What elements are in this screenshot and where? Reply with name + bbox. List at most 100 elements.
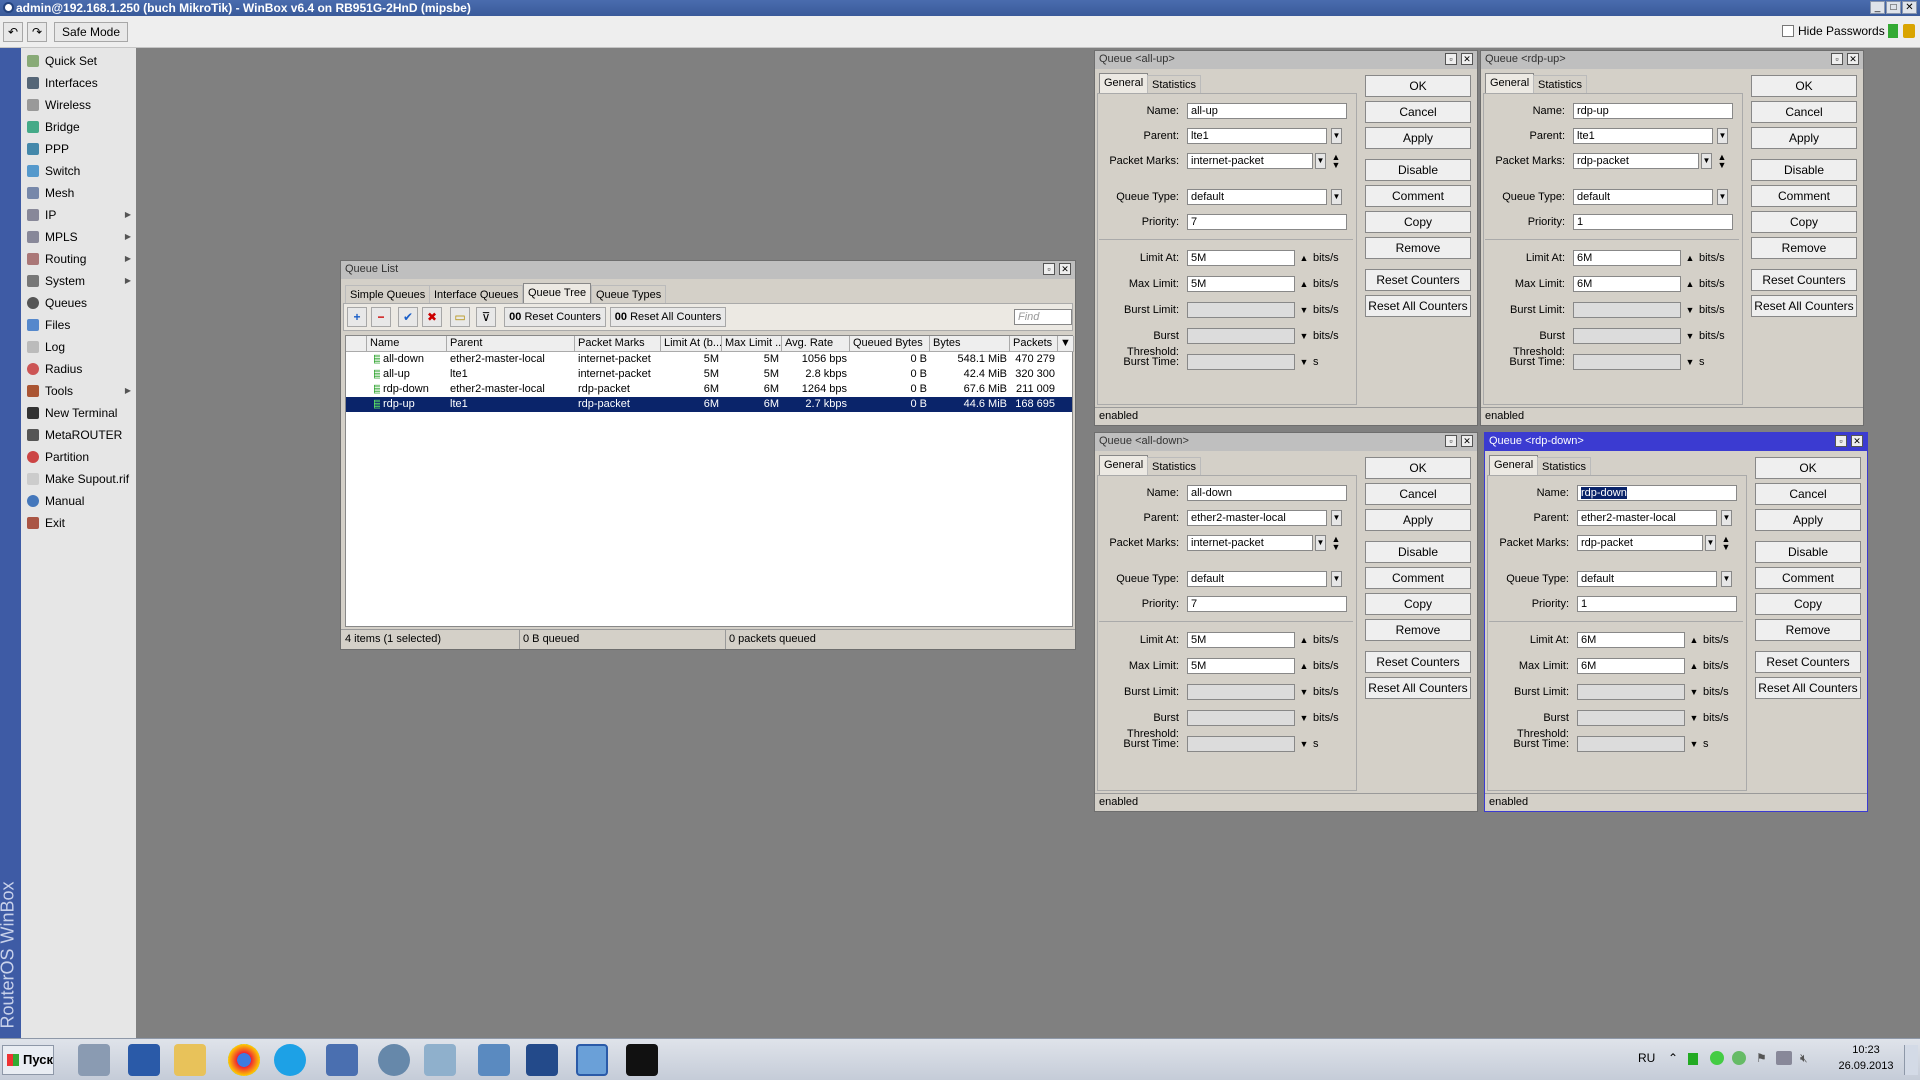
restore-icon[interactable]: ▫ xyxy=(1043,263,1055,275)
dropdown-icon[interactable]: ▼ xyxy=(1705,535,1716,551)
ok-button[interactable]: OK xyxy=(1365,457,1471,479)
comment-button[interactable]: Comment xyxy=(1751,185,1857,207)
spinner-down-icon[interactable]: ▼ xyxy=(1689,714,1699,723)
undo-icon[interactable]: ↶ xyxy=(3,22,23,42)
disable-button[interactable]: Disable xyxy=(1365,541,1471,563)
ok-button[interactable]: OK xyxy=(1751,75,1857,97)
reset-all-counters-button[interactable]: Reset All Counters xyxy=(1365,677,1471,699)
tray-icon-1[interactable] xyxy=(1688,1053,1698,1065)
sidebar-item-radius[interactable]: Radius xyxy=(25,358,135,380)
max-limit-field[interactable]: 5M xyxy=(1187,658,1295,674)
parent-select[interactable]: lte1 xyxy=(1573,128,1713,144)
sidebar-item-files[interactable]: Files xyxy=(25,314,135,336)
parent-select[interactable]: ether2-master-local xyxy=(1187,510,1327,526)
parent-select[interactable]: ether2-master-local xyxy=(1577,510,1717,526)
burst-time-field[interactable] xyxy=(1577,736,1685,752)
remove-button[interactable]: Remove xyxy=(1365,619,1471,641)
queue-type-select[interactable]: default xyxy=(1187,571,1327,587)
queue-type-select[interactable]: default xyxy=(1573,189,1713,205)
tab-general[interactable]: General xyxy=(1489,455,1539,475)
tab-statistics[interactable]: Statistics xyxy=(1533,75,1588,93)
remove-icon[interactable]: − xyxy=(371,307,391,327)
table-row[interactable]: ▤ rdp-down ether2-master-local rdp-packe… xyxy=(346,382,1072,397)
table-row-selected[interactable]: ▤ rdp-up lte1 rdp-packet 6M 6M 2.7 kbps … xyxy=(346,397,1072,412)
dropdown-icon[interactable]: ▼ xyxy=(1315,153,1326,169)
reset-all-counters-button[interactable]: Reset All Counters xyxy=(1365,295,1471,317)
tab-interface-queues[interactable]: Interface Queues xyxy=(429,285,524,303)
queue-type-select[interactable]: default xyxy=(1187,189,1327,205)
column-chooser-icon[interactable]: ▼ xyxy=(1058,336,1074,352)
sidebar-item-switch[interactable]: Switch xyxy=(25,160,135,182)
disable-icon[interactable]: ✖ xyxy=(422,307,442,327)
safe-mode-button[interactable]: Safe Mode xyxy=(54,22,128,42)
apply-button[interactable]: Apply xyxy=(1365,127,1471,149)
notes-app-icon[interactable] xyxy=(424,1044,456,1076)
redo-icon[interactable]: ↷ xyxy=(27,22,47,42)
sidebar-item-manual[interactable]: Manual xyxy=(25,490,135,512)
sidebar-item-bridge[interactable]: Bridge xyxy=(25,116,135,138)
sidebar-item-wireless[interactable]: Wireless xyxy=(25,94,135,116)
spinner-down-icon[interactable]: ▼ xyxy=(1689,740,1699,749)
terminal-app-icon[interactable] xyxy=(626,1044,658,1076)
sidebar-item-ppp[interactable]: PPP xyxy=(25,138,135,160)
column-header-packet-marks[interactable]: Packet Marks xyxy=(575,336,661,352)
sidebar-item-log[interactable]: Log xyxy=(25,336,135,358)
close-icon[interactable]: ✕ xyxy=(1461,435,1473,447)
spinner-up-icon[interactable]: ▲ xyxy=(1299,254,1309,263)
updown-icon[interactable]: ▲ ▼ xyxy=(1717,153,1727,170)
disable-button[interactable]: Disable xyxy=(1755,541,1861,563)
packet-marks-select[interactable]: internet-packet xyxy=(1187,153,1313,169)
dropdown-icon[interactable]: ▼ xyxy=(1701,153,1712,169)
burst-limit-field[interactable] xyxy=(1187,684,1295,700)
tab-general[interactable]: General xyxy=(1099,455,1149,475)
dropdown-icon[interactable]: ▼ xyxy=(1315,535,1326,551)
language-indicator[interactable]: RU xyxy=(1638,1051,1655,1065)
reset-all-counters-button[interactable]: Reset All Counters xyxy=(1755,677,1861,699)
spinner-up-icon[interactable]: ▲ xyxy=(1299,280,1309,289)
tab-queue-types[interactable]: Queue Types xyxy=(591,285,667,303)
thunderbird-app-icon[interactable] xyxy=(378,1044,410,1076)
sidebar-item-routing[interactable]: Routing ▶ xyxy=(25,248,135,270)
queue-type-select[interactable]: default xyxy=(1577,571,1717,587)
max-limit-field[interactable]: 6M xyxy=(1577,658,1685,674)
spinner-up-icon[interactable]: ▲ xyxy=(1685,254,1695,263)
spinner-down-icon[interactable]: ▼ xyxy=(1689,688,1699,697)
remove-button[interactable]: Remove xyxy=(1755,619,1861,641)
explorer-app-icon[interactable] xyxy=(174,1044,206,1076)
maximize-icon[interactable]: □ xyxy=(1886,1,1901,14)
skype-app-icon[interactable] xyxy=(274,1044,306,1076)
close-icon[interactable]: ✕ xyxy=(1902,1,1917,14)
dialog-titlebar[interactable]: Queue <all-down> ▫ ✕ xyxy=(1095,433,1477,451)
tray-icon-2[interactable] xyxy=(1710,1051,1724,1065)
sidebar-item-interfaces[interactable]: Interfaces xyxy=(25,72,135,94)
close-icon[interactable]: ✕ xyxy=(1059,263,1071,275)
sidebar-item-queues[interactable]: Queues xyxy=(25,292,135,314)
dialog-titlebar[interactable]: Queue <rdp-down> ▫ ✕ xyxy=(1485,433,1867,451)
table-row[interactable]: ▤ all-down ether2-master-local internet-… xyxy=(346,352,1072,367)
flag-icon[interactable]: ⚑ xyxy=(1756,1051,1767,1065)
close-icon[interactable]: ✕ xyxy=(1847,53,1859,65)
burst-time-field[interactable] xyxy=(1573,354,1681,370)
tab-statistics[interactable]: Statistics xyxy=(1147,75,1202,93)
priority-field[interactable]: 7 xyxy=(1187,214,1347,230)
chrome-app-icon[interactable] xyxy=(228,1044,260,1076)
name-field[interactable]: rdp-down xyxy=(1577,485,1737,501)
disable-button[interactable]: Disable xyxy=(1365,159,1471,181)
reset-all-counters-button[interactable]: Reset All Counters xyxy=(1751,295,1857,317)
column-header-avg-rate[interactable]: Avg. Rate xyxy=(782,336,850,352)
spinner-down-icon[interactable]: ▼ xyxy=(1685,358,1695,367)
spinner-down-icon[interactable]: ▼ xyxy=(1299,714,1309,723)
close-icon[interactable]: ✕ xyxy=(1851,435,1863,447)
comment-button[interactable]: Comment xyxy=(1755,567,1861,589)
sidebar-item-mpls[interactable]: MPLS ▶ xyxy=(25,226,135,248)
filter-icon[interactable]: ⊽ xyxy=(476,307,496,327)
add-icon[interactable]: + xyxy=(347,307,367,327)
cancel-button[interactable]: Cancel xyxy=(1365,483,1471,505)
queue-list-titlebar[interactable]: Queue List ▫ ✕ xyxy=(341,261,1075,279)
restore-icon[interactable]: ▫ xyxy=(1445,53,1457,65)
spinner-up-icon[interactable]: ▲ xyxy=(1689,636,1699,645)
copy-button[interactable]: Copy xyxy=(1365,593,1471,615)
comment-icon[interactable]: ▭ xyxy=(450,307,470,327)
name-field[interactable]: rdp-up xyxy=(1573,103,1733,119)
clock-time[interactable]: 10:23 xyxy=(1836,1044,1896,1056)
